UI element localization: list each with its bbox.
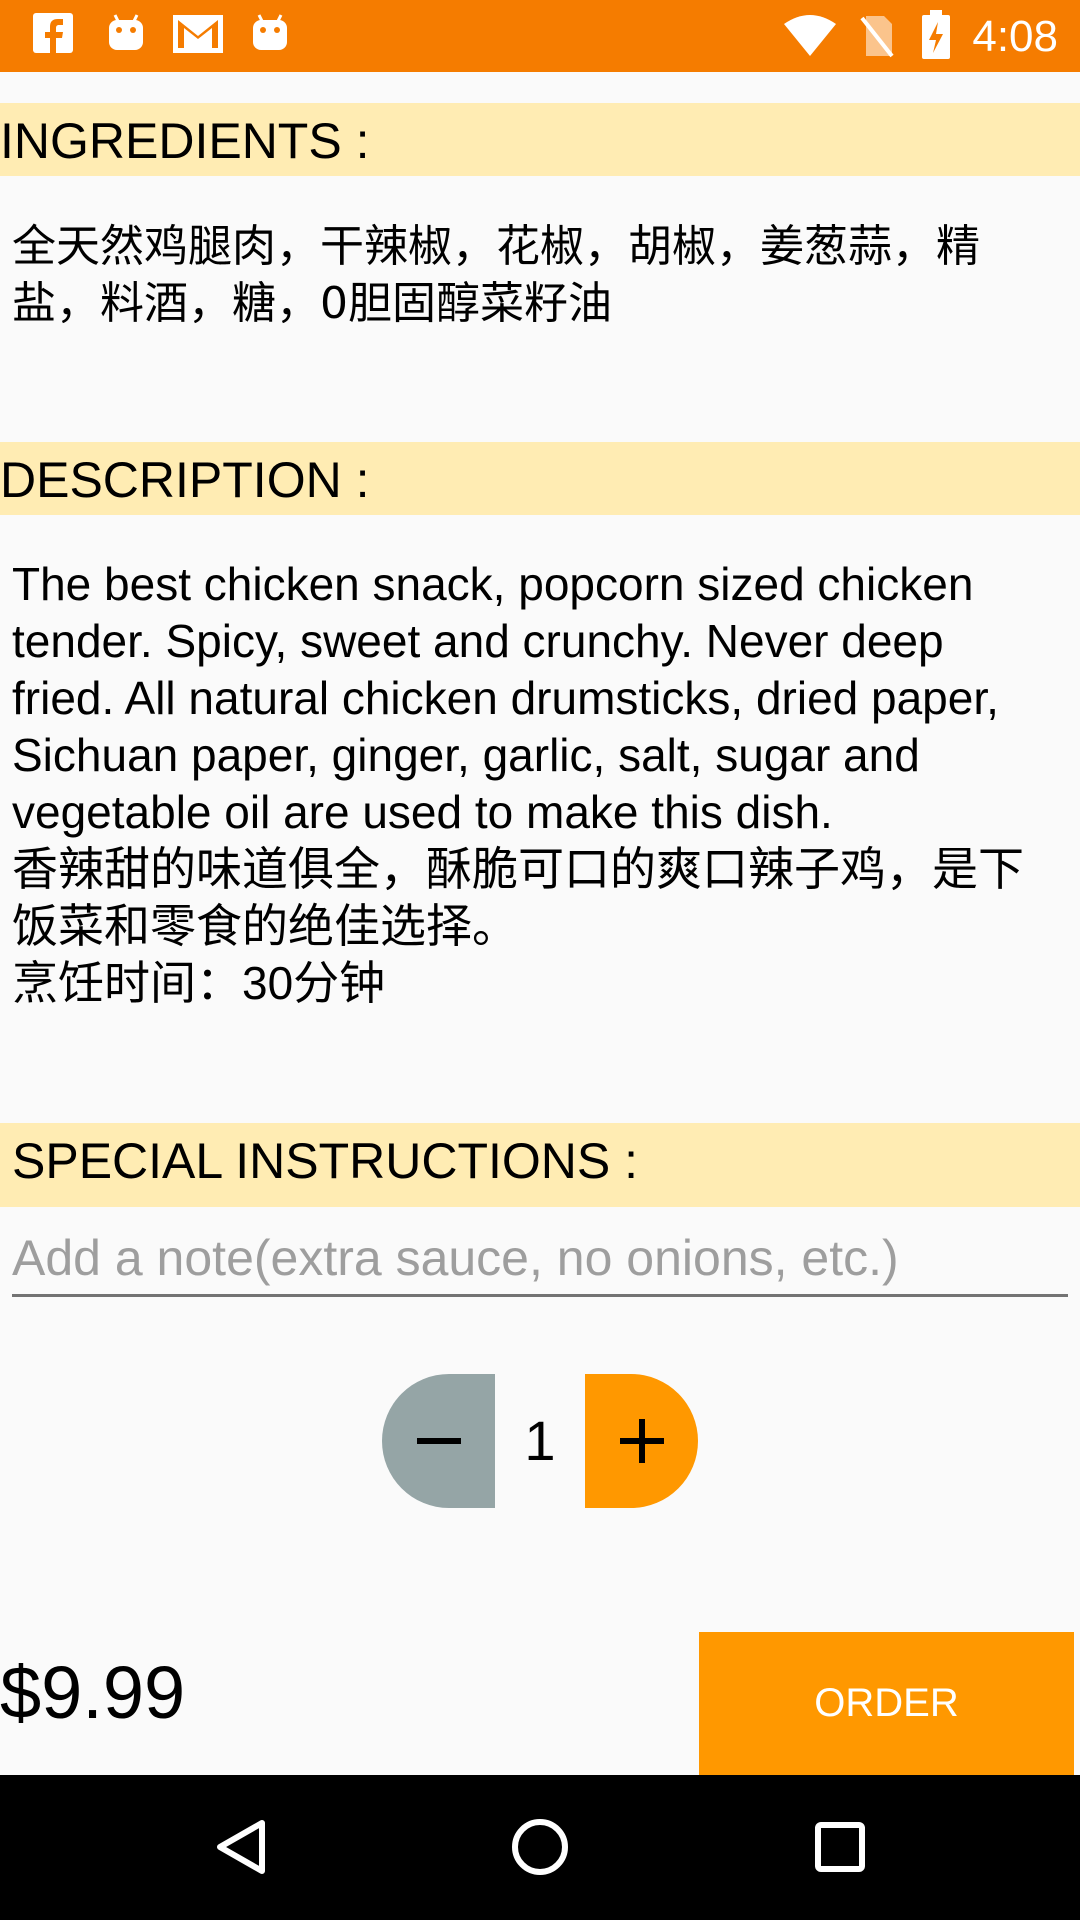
back-button[interactable]: [140, 1775, 340, 1920]
battery-charging-icon: [922, 10, 950, 59]
status-time: 4:08: [972, 12, 1058, 61]
android-icon: [253, 14, 287, 50]
navigation-bar: [0, 1775, 1080, 1920]
ingredients-header: INGREDIENTS :: [0, 103, 1080, 176]
home-icon: [512, 1819, 568, 1875]
description-text: The best chicken snack, popcorn sized ch…: [12, 558, 1024, 1009]
status-bar: 4:08: [0, 0, 1080, 72]
no-sim-icon: [860, 16, 894, 58]
ingredients-text: 全天然鸡腿肉，干辣椒，花椒，胡椒，姜葱蒜，精 盐，料酒，糖，0胆固醇菜籽油: [12, 221, 980, 329]
increase-quantity-button[interactable]: [585, 1374, 698, 1508]
order-button[interactable]: ORDER: [699, 1632, 1074, 1775]
back-icon: [217, 1820, 265, 1874]
minus-icon: [417, 1438, 461, 1444]
special-instructions-header: SPECIAL INSTRUCTIONS :: [0, 1123, 1080, 1207]
gmail-icon: [173, 15, 223, 53]
price: $9.99: [0, 1651, 186, 1734]
home-button[interactable]: [440, 1775, 640, 1920]
decrease-quantity-button[interactable]: [382, 1374, 495, 1508]
wifi-icon: [784, 15, 836, 56]
note-input[interactable]: [12, 1222, 1068, 1297]
facebook-icon: [33, 13, 73, 53]
recents-button[interactable]: [740, 1775, 940, 1920]
android-icon: [109, 14, 143, 50]
quantity-value: 1: [524, 1409, 556, 1472]
description-header: DESCRIPTION :: [0, 442, 1080, 515]
recents-icon: [815, 1822, 865, 1872]
